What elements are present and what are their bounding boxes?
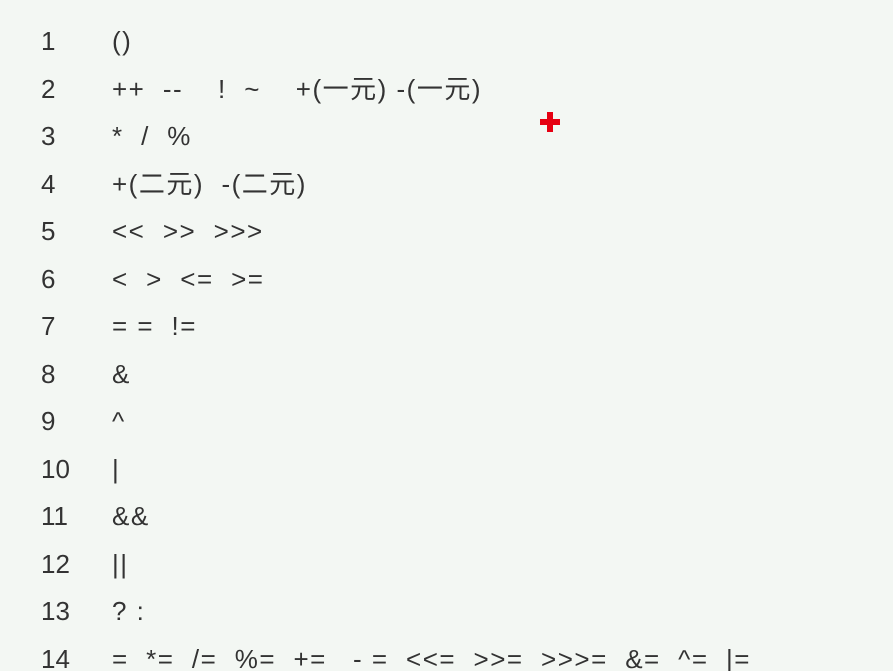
table-row: 1() bbox=[40, 18, 752, 66]
row-number: 9 bbox=[40, 398, 111, 446]
row-number: 3 bbox=[40, 113, 111, 161]
plus-icon bbox=[540, 112, 560, 132]
row-number: 12 bbox=[40, 541, 111, 589]
row-content: ? : bbox=[111, 588, 752, 636]
table-row: 12|| bbox=[40, 541, 752, 589]
row-content: & bbox=[111, 351, 752, 399]
row-content: && bbox=[111, 493, 752, 541]
row-content: < > <= >= bbox=[111, 256, 752, 304]
row-content: () bbox=[111, 18, 752, 66]
row-content: = *= /= %= += - = <<= >>= >>>= &= ^= |= bbox=[111, 636, 752, 671]
row-number: 10 bbox=[40, 446, 111, 494]
row-content: << >> >>> bbox=[111, 208, 752, 256]
row-number: 2 bbox=[40, 66, 111, 114]
row-content: +(二元) -(二元) bbox=[111, 161, 752, 209]
table-row: 2++ -- ! ~ +(一元) -(一元) bbox=[40, 66, 752, 114]
row-number: 4 bbox=[40, 161, 111, 209]
row-content: | bbox=[111, 446, 752, 494]
row-number: 7 bbox=[40, 303, 111, 351]
row-number: 13 bbox=[40, 588, 111, 636]
row-number: 6 bbox=[40, 256, 111, 304]
table-row: 9^ bbox=[40, 398, 752, 446]
row-content: || bbox=[111, 541, 752, 589]
row-number: 14 bbox=[40, 636, 111, 671]
table-row: 7= = != bbox=[40, 303, 752, 351]
row-content: = = != bbox=[111, 303, 752, 351]
row-number: 8 bbox=[40, 351, 111, 399]
table-row: 8& bbox=[40, 351, 752, 399]
table-row: 11&& bbox=[40, 493, 752, 541]
table-row: 14= *= /= %= += - = <<= >>= >>>= &= ^= |… bbox=[40, 636, 752, 671]
rows-table: 1()2++ -- ! ~ +(一元) -(一元)3* / %4+(二元) -(… bbox=[40, 18, 752, 671]
row-number: 5 bbox=[40, 208, 111, 256]
precedence-table: 1()2++ -- ! ~ +(一元) -(一元)3* / %4+(二元) -(… bbox=[0, 0, 893, 671]
row-content: * / % bbox=[111, 113, 752, 161]
table-row: 6< > <= >= bbox=[40, 256, 752, 304]
table-row: 13? : bbox=[40, 588, 752, 636]
row-content: ^ bbox=[111, 398, 752, 446]
table-row: 3* / % bbox=[40, 113, 752, 161]
table-row: 10| bbox=[40, 446, 752, 494]
table-row: 5<< >> >>> bbox=[40, 208, 752, 256]
row-number: 1 bbox=[40, 18, 111, 66]
row-content: ++ -- ! ~ +(一元) -(一元) bbox=[111, 66, 752, 114]
row-number: 11 bbox=[40, 493, 111, 541]
table-row: 4+(二元) -(二元) bbox=[40, 161, 752, 209]
